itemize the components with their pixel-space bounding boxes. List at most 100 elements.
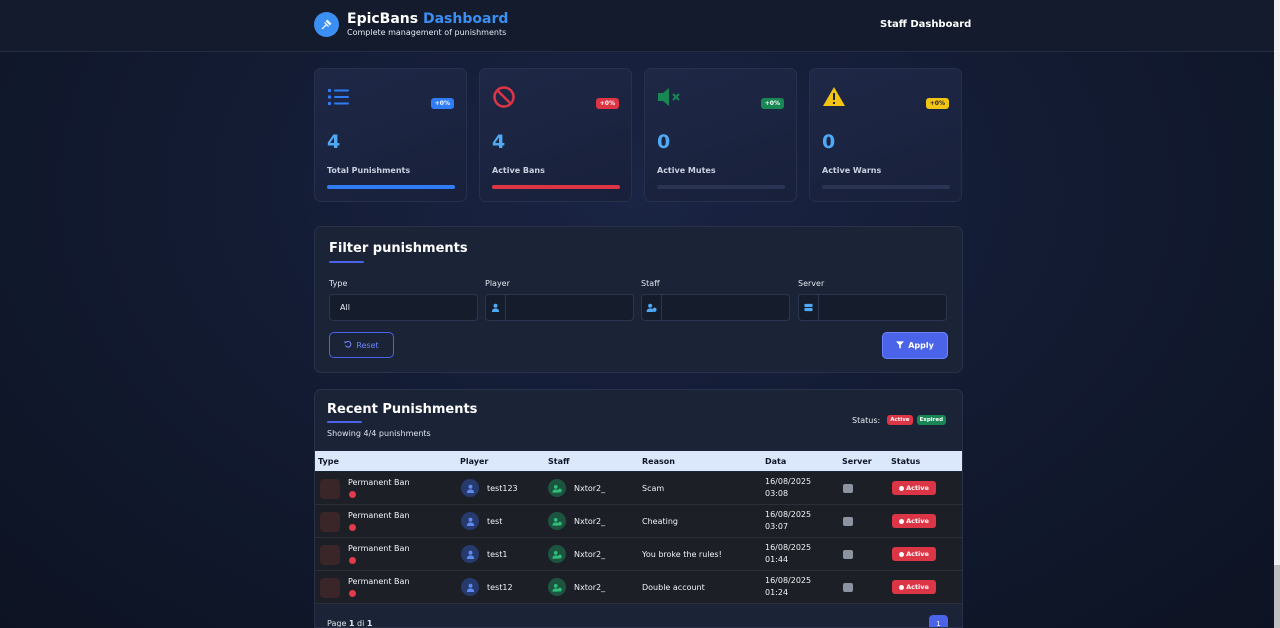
brand-text: EpicBans Dashboard Complete management o… [347, 11, 508, 38]
ban-indicator-icon [349, 491, 356, 498]
time: 01:44 [765, 555, 789, 564]
column-header-staff[interactable]: Staff [548, 457, 569, 466]
date: 16/08/2025 [765, 510, 812, 519]
top-navbar: EpicBans Dashboard Complete management o… [0, 0, 1274, 52]
user-icon [486, 295, 506, 320]
table-row[interactable]: Permanent Ban test123 Nxtor2_ Scam 16/08… [315, 472, 962, 505]
mute-icon [657, 85, 681, 109]
ban-type-icon [320, 578, 340, 598]
stat-value: 0 [822, 131, 836, 153]
table-row[interactable]: Permanent Ban test Nxtor2_ Cheating 16/0… [315, 505, 962, 538]
reason: Cheating [642, 517, 678, 526]
ban-indicator-icon [349, 524, 356, 531]
time: 03:07 [765, 522, 789, 531]
punishment-type: Permanent Ban [348, 478, 410, 487]
table-row[interactable]: Permanent Ban test12 Nxtor2_ Double acco… [315, 571, 962, 604]
status-text: Active [906, 484, 929, 492]
legend-expired: Expired [916, 415, 947, 425]
scrollbar[interactable] [1274, 0, 1280, 628]
pager-of: di [357, 619, 365, 628]
status-badge: Active [892, 514, 936, 528]
column-header-status[interactable]: Status [891, 457, 920, 466]
staff-name[interactable]: Nxtor2_ [574, 583, 605, 592]
column-header-player[interactable]: Player [460, 457, 488, 466]
warning-icon [822, 85, 846, 109]
status-dot-icon [899, 485, 905, 491]
staff-name[interactable]: Nxtor2_ [574, 484, 605, 493]
type-label: Type [329, 279, 348, 288]
reset-button[interactable]: Reset [329, 332, 394, 358]
server-icon [799, 295, 819, 320]
apply-button[interactable]: Apply [882, 332, 948, 359]
stat-progress-fill [327, 185, 455, 189]
staff-avatar [548, 545, 566, 563]
player-avatar [461, 545, 479, 563]
ban-type-icon [320, 479, 340, 499]
date: 16/08/2025 [765, 576, 812, 585]
reason: You broke the rules! [642, 550, 722, 559]
pagination-info: Page 1 di 1 [327, 619, 372, 628]
showing-count: Showing 4/4 punishments [327, 429, 431, 438]
page-button[interactable]: 1 [929, 615, 948, 627]
status-dot-icon [899, 551, 905, 557]
list-icon [327, 85, 351, 109]
server-label: Server [798, 279, 825, 288]
reason: Double account [642, 583, 705, 592]
title-underline [329, 261, 364, 263]
stat-card-mutes: +0% 0 Active Mutes [644, 68, 797, 202]
player-name[interactable]: test12 [487, 583, 513, 592]
staff-dashboard-link[interactable]: Staff Dashboard [880, 19, 971, 30]
stat-card-warns: +0% 0 Active Warns [809, 68, 962, 202]
gavel-icon [314, 12, 339, 37]
column-header-type[interactable]: Type [318, 457, 339, 466]
undo-icon [344, 340, 352, 350]
type-select[interactable]: All [329, 294, 478, 321]
table-row[interactable]: Permanent Ban test1 Nxtor2_ You broke th… [315, 538, 962, 571]
stat-progress-bar [327, 185, 455, 189]
stat-progress-bar [492, 185, 620, 189]
player-avatar [461, 578, 479, 596]
column-header-reason[interactable]: Reason [642, 457, 675, 466]
table-title: Recent Punishments [327, 402, 478, 417]
user-shield-icon [642, 295, 662, 320]
filter-title: Filter punishments [329, 241, 468, 256]
title-underline [327, 421, 362, 423]
punishments-panel: Recent Punishments Showing 4/4 punishmen… [314, 389, 963, 628]
apply-label: Apply [908, 341, 934, 350]
server-icon [843, 484, 853, 493]
stat-label: Active Mutes [657, 166, 716, 175]
player-input[interactable] [485, 294, 634, 321]
legend-active: Active [887, 415, 913, 425]
reset-label: Reset [356, 340, 379, 350]
column-header-data[interactable]: Data [765, 457, 786, 466]
status-badge: Active [892, 481, 936, 495]
punishment-type: Permanent Ban [348, 544, 410, 553]
date: 16/08/2025 [765, 477, 812, 486]
staff-input[interactable] [641, 294, 790, 321]
punishment-type: Permanent Ban [348, 511, 410, 520]
brand[interactable]: EpicBans Dashboard Complete management o… [314, 11, 508, 38]
brand-subtitle: Complete management of punishments [347, 28, 507, 37]
brand-name: EpicBans [347, 11, 419, 27]
stat-label: Active Bans [492, 166, 545, 175]
date: 16/08/2025 [765, 543, 812, 552]
player-name[interactable]: test123 [487, 484, 518, 493]
type-select-value: All [340, 303, 350, 312]
filter-panel: Filter punishments Type All Player Staff… [314, 226, 963, 373]
punishment-type: Permanent Ban [348, 577, 410, 586]
scrollbar-thumb[interactable] [1274, 565, 1280, 628]
stat-card-bans: +0% 4 Active Bans [479, 68, 632, 202]
server-input[interactable] [798, 294, 947, 321]
player-name[interactable]: test [487, 517, 502, 526]
ban-indicator-icon [349, 590, 356, 597]
stat-card-total: +0% 4 Total Punishments [314, 68, 467, 202]
staff-name[interactable]: Nxtor2_ [574, 550, 605, 559]
player-name[interactable]: test1 [487, 550, 507, 559]
column-header-server[interactable]: Server [842, 457, 872, 466]
stat-progress-bar [822, 185, 950, 189]
status-text: Active [906, 550, 929, 558]
ban-icon [492, 85, 516, 109]
server-icon [843, 550, 853, 559]
staff-name[interactable]: Nxtor2_ [574, 517, 605, 526]
pager-current: 1 [348, 619, 355, 628]
